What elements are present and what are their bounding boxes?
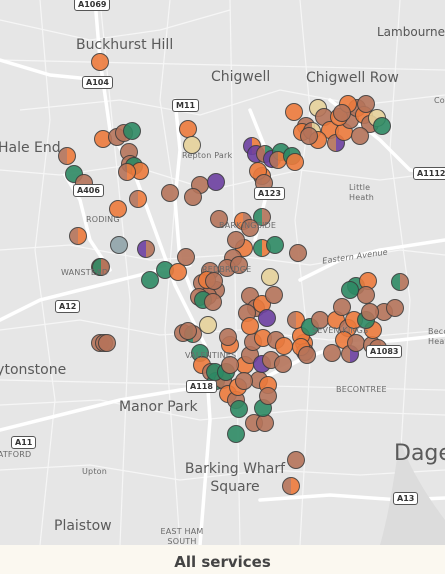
- service-marker[interactable]: [179, 322, 197, 340]
- service-marker[interactable]: [289, 244, 307, 262]
- road-shield-a1069: A1069: [74, 0, 111, 11]
- place-label-barkingside: BARKINGSIDE: [219, 221, 277, 230]
- road-shield-a13: A13: [393, 492, 419, 505]
- service-marker[interactable]: [259, 387, 277, 405]
- place-label-chigwell: Chigwell: [211, 69, 271, 85]
- place-label-becontree: BECONTREE: [336, 385, 387, 394]
- road-shield-a118: A118: [186, 380, 217, 393]
- service-marker[interactable]: [287, 451, 305, 469]
- place-label-lambourne-end: Lambourne End: [377, 25, 445, 39]
- service-marker[interactable]: [341, 281, 359, 299]
- service-marker[interactable]: [285, 103, 303, 121]
- place-label-becontree-heath: Becontree Heath: [428, 327, 445, 346]
- service-marker[interactable]: [357, 95, 375, 113]
- service-marker[interactable]: [207, 173, 225, 191]
- road-shield-a123: A123: [254, 187, 285, 200]
- place-label-barking-wharf-square: Barking Wharf Square: [184, 461, 286, 495]
- place-label-dagenham: Dagenham: [394, 441, 445, 466]
- service-marker[interactable]: [391, 273, 409, 291]
- place-label-buckhurst-hill: Buckhurst Hill: [76, 37, 174, 53]
- service-marker[interactable]: [256, 414, 274, 432]
- place-label-seven-kings: SEVEN KINGS: [312, 326, 369, 335]
- service-marker[interactable]: [110, 236, 128, 254]
- place-label-stratford: STRATFORD: [0, 450, 32, 459]
- service-marker[interactable]: [169, 263, 187, 281]
- service-marker[interactable]: [177, 248, 195, 266]
- service-marker[interactable]: [227, 231, 245, 249]
- service-marker[interactable]: [161, 184, 179, 202]
- service-markers: [58, 53, 409, 495]
- service-marker[interactable]: [351, 127, 369, 145]
- service-marker[interactable]: [58, 147, 76, 165]
- place-label-hale-end: Hale End: [0, 140, 61, 156]
- place-label-upton: Upton: [82, 467, 108, 476]
- service-marker[interactable]: [241, 317, 259, 335]
- service-marker[interactable]: [230, 400, 248, 418]
- road-shield-a11: A11: [11, 436, 37, 449]
- service-marker[interactable]: [265, 286, 283, 304]
- service-marker[interactable]: [357, 286, 375, 304]
- map[interactable]: Lambourne End Buckhurst Hill Chigwell Ch…: [0, 0, 445, 545]
- road-shield-m11: M11: [172, 99, 200, 112]
- service-marker[interactable]: [333, 298, 351, 316]
- service-marker[interactable]: [91, 53, 109, 71]
- service-marker[interactable]: [347, 334, 365, 352]
- service-marker[interactable]: [333, 104, 351, 122]
- place-label-east-ham-south: EAST HAM SOUTH: [160, 527, 204, 545]
- service-marker[interactable]: [69, 227, 87, 245]
- road-shield-a1112: A1112: [413, 167, 445, 180]
- place-label-collier-row: Collier Row: [434, 96, 445, 105]
- service-marker[interactable]: [275, 337, 293, 355]
- place-label-plaistow: Plaistow: [54, 518, 112, 534]
- service-marker[interactable]: [386, 299, 404, 317]
- service-marker[interactable]: [266, 236, 284, 254]
- service-marker[interactable]: [123, 122, 141, 140]
- place-label-roding: RODING: [86, 215, 120, 224]
- service-marker[interactable]: [118, 163, 136, 181]
- road-shield-a104: A104: [82, 76, 113, 89]
- service-marker[interactable]: [204, 293, 222, 311]
- map-caption: All services: [174, 553, 271, 571]
- place-label-little-heath: Little Heath: [349, 183, 375, 202]
- service-marker[interactable]: [227, 425, 245, 443]
- place-label-wanstead: WANSTEAD: [61, 268, 109, 277]
- service-marker[interactable]: [179, 120, 197, 138]
- road-shield-a1083: A1083: [366, 345, 403, 358]
- service-marker[interactable]: [137, 240, 155, 258]
- place-label-valentines: VALENTINES: [185, 351, 237, 360]
- service-marker[interactable]: [300, 127, 318, 145]
- service-marker[interactable]: [286, 153, 304, 171]
- road-shield-a406: A406: [73, 184, 104, 197]
- service-marker[interactable]: [199, 316, 217, 334]
- service-marker[interactable]: [261, 268, 279, 286]
- place-label-redbridge: REDBRIDGE: [202, 265, 252, 274]
- service-marker[interactable]: [129, 190, 147, 208]
- service-marker[interactable]: [274, 355, 292, 373]
- service-marker[interactable]: [184, 188, 202, 206]
- service-marker[interactable]: [361, 303, 379, 321]
- place-label-manor-park: Manor Park: [119, 399, 198, 415]
- service-marker[interactable]: [219, 328, 237, 346]
- road-shield-a12: A12: [55, 300, 81, 313]
- map-footer: All services: [0, 545, 445, 574]
- place-label-leytonstone: Leytonstone: [0, 362, 67, 378]
- service-marker[interactable]: [373, 117, 391, 135]
- service-marker[interactable]: [235, 372, 253, 390]
- service-marker[interactable]: [141, 271, 159, 289]
- service-marker[interactable]: [298, 346, 316, 364]
- service-marker[interactable]: [323, 344, 341, 362]
- place-label-chigwell-row: Chigwell Row: [306, 70, 399, 86]
- place-label-repton-park: Repton Park: [182, 151, 233, 160]
- service-marker[interactable]: [258, 309, 276, 327]
- service-marker[interactable]: [98, 334, 116, 352]
- service-marker[interactable]: [205, 272, 223, 290]
